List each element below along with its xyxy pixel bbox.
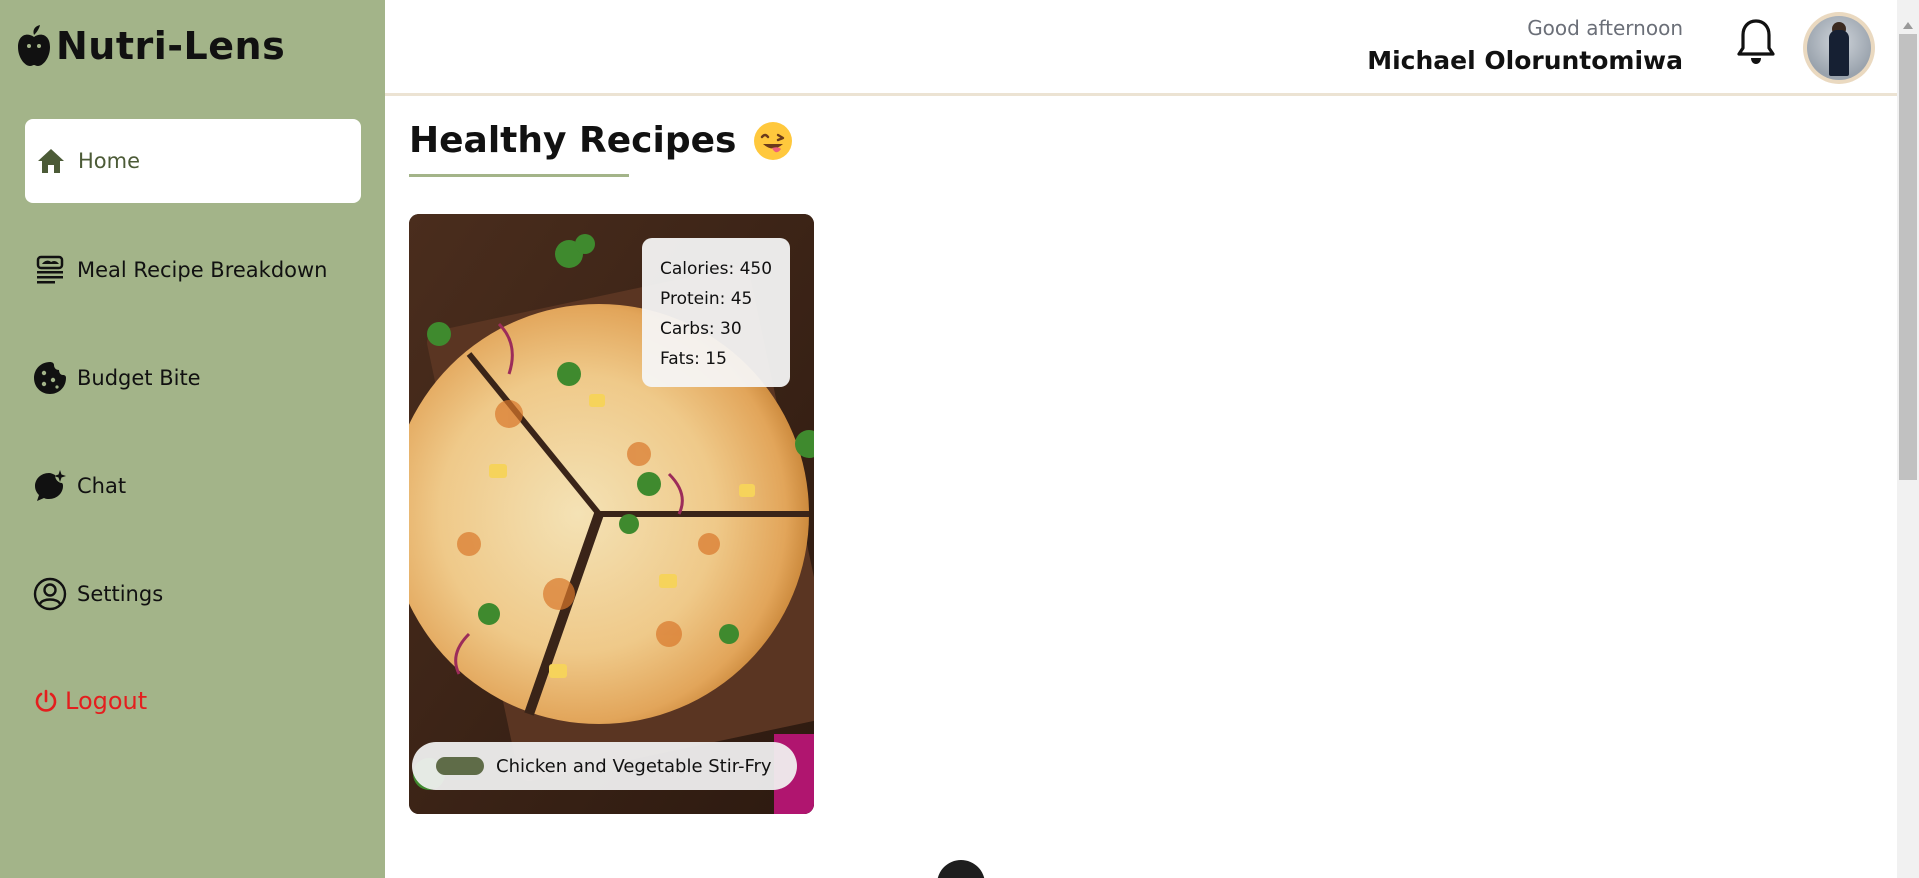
carbs-value: Carbs: 30 [660, 319, 742, 339]
sidebar-item-chat[interactable]: Chat [25, 444, 361, 528]
page-scrollbar[interactable] [1897, 0, 1919, 878]
user-greeting: Good afternoon Michael Oloruntomiwa [1367, 16, 1683, 75]
fats-value: Fats: 15 [660, 349, 727, 369]
home-icon [34, 144, 68, 178]
sidebar-item-meal-recipe-breakdown[interactable]: Meal Recipe Breakdown [25, 228, 361, 312]
avatar[interactable] [1803, 12, 1875, 84]
avatar-photo [1807, 16, 1871, 80]
pill-indicator [436, 757, 484, 775]
page-title: Healthy Recipes [409, 120, 793, 161]
sidebar-item-home[interactable]: Home [25, 119, 361, 203]
sidebar-item-label: Home [78, 149, 141, 173]
bell-icon[interactable] [1735, 18, 1777, 66]
sidebar-item-settings[interactable]: Settings [25, 552, 361, 636]
recipe-name: Chicken and Vegetable Stir-Fry [496, 755, 772, 777]
recipe-icon [33, 253, 67, 287]
sidebar-item-label: Budget Bite [77, 366, 201, 390]
scrollbar-thumb[interactable] [1899, 34, 1917, 480]
protein-value: Protein: 45 [660, 289, 753, 309]
title-underline [409, 174, 629, 177]
nutrition-tooltip: Calories: 450 Protein: 45 Carbs: 30 Fats… [642, 238, 790, 387]
sidebar-item-label: Meal Recipe Breakdown [77, 258, 328, 282]
floating-action-button[interactable] [937, 860, 985, 878]
power-icon [33, 684, 59, 718]
cookie-icon [33, 361, 67, 395]
apple-icon [18, 25, 50, 66]
sidebar-item-label: Settings [77, 582, 164, 606]
yum-emoji-icon [754, 121, 793, 160]
top-header: Good afternoon Michael Oloruntomiwa [385, 0, 1897, 96]
user-name: Michael Oloruntomiwa [1367, 46, 1683, 75]
recipe-card[interactable]: Calories: 450 Protein: 45 Carbs: 30 Fats… [409, 214, 814, 814]
page-title-text: Healthy Recipes [409, 120, 737, 161]
calories-value: Calories: 450 [660, 259, 773, 279]
user-circle-icon [33, 577, 67, 611]
sidebar-item-label: Chat [77, 474, 127, 498]
app-name: Nutri-Lens [56, 24, 286, 68]
app-logo[interactable]: Nutri-Lens [16, 24, 285, 68]
logout-label: Logout [65, 687, 148, 715]
recipe-name-pill[interactable]: Chicken and Vegetable Stir-Fry [412, 742, 797, 790]
scroll-up-arrow-icon[interactable] [1903, 22, 1913, 29]
chat-sparkle-icon [33, 469, 67, 503]
sidebar-item-budget-bite[interactable]: Budget Bite [25, 336, 361, 420]
greeting-text: Good afternoon [1527, 16, 1683, 40]
sidebar: Nutri-Lens Home Meal Recipe Breakdown Bu… [0, 0, 385, 878]
logout-button[interactable]: Logout [25, 659, 361, 743]
